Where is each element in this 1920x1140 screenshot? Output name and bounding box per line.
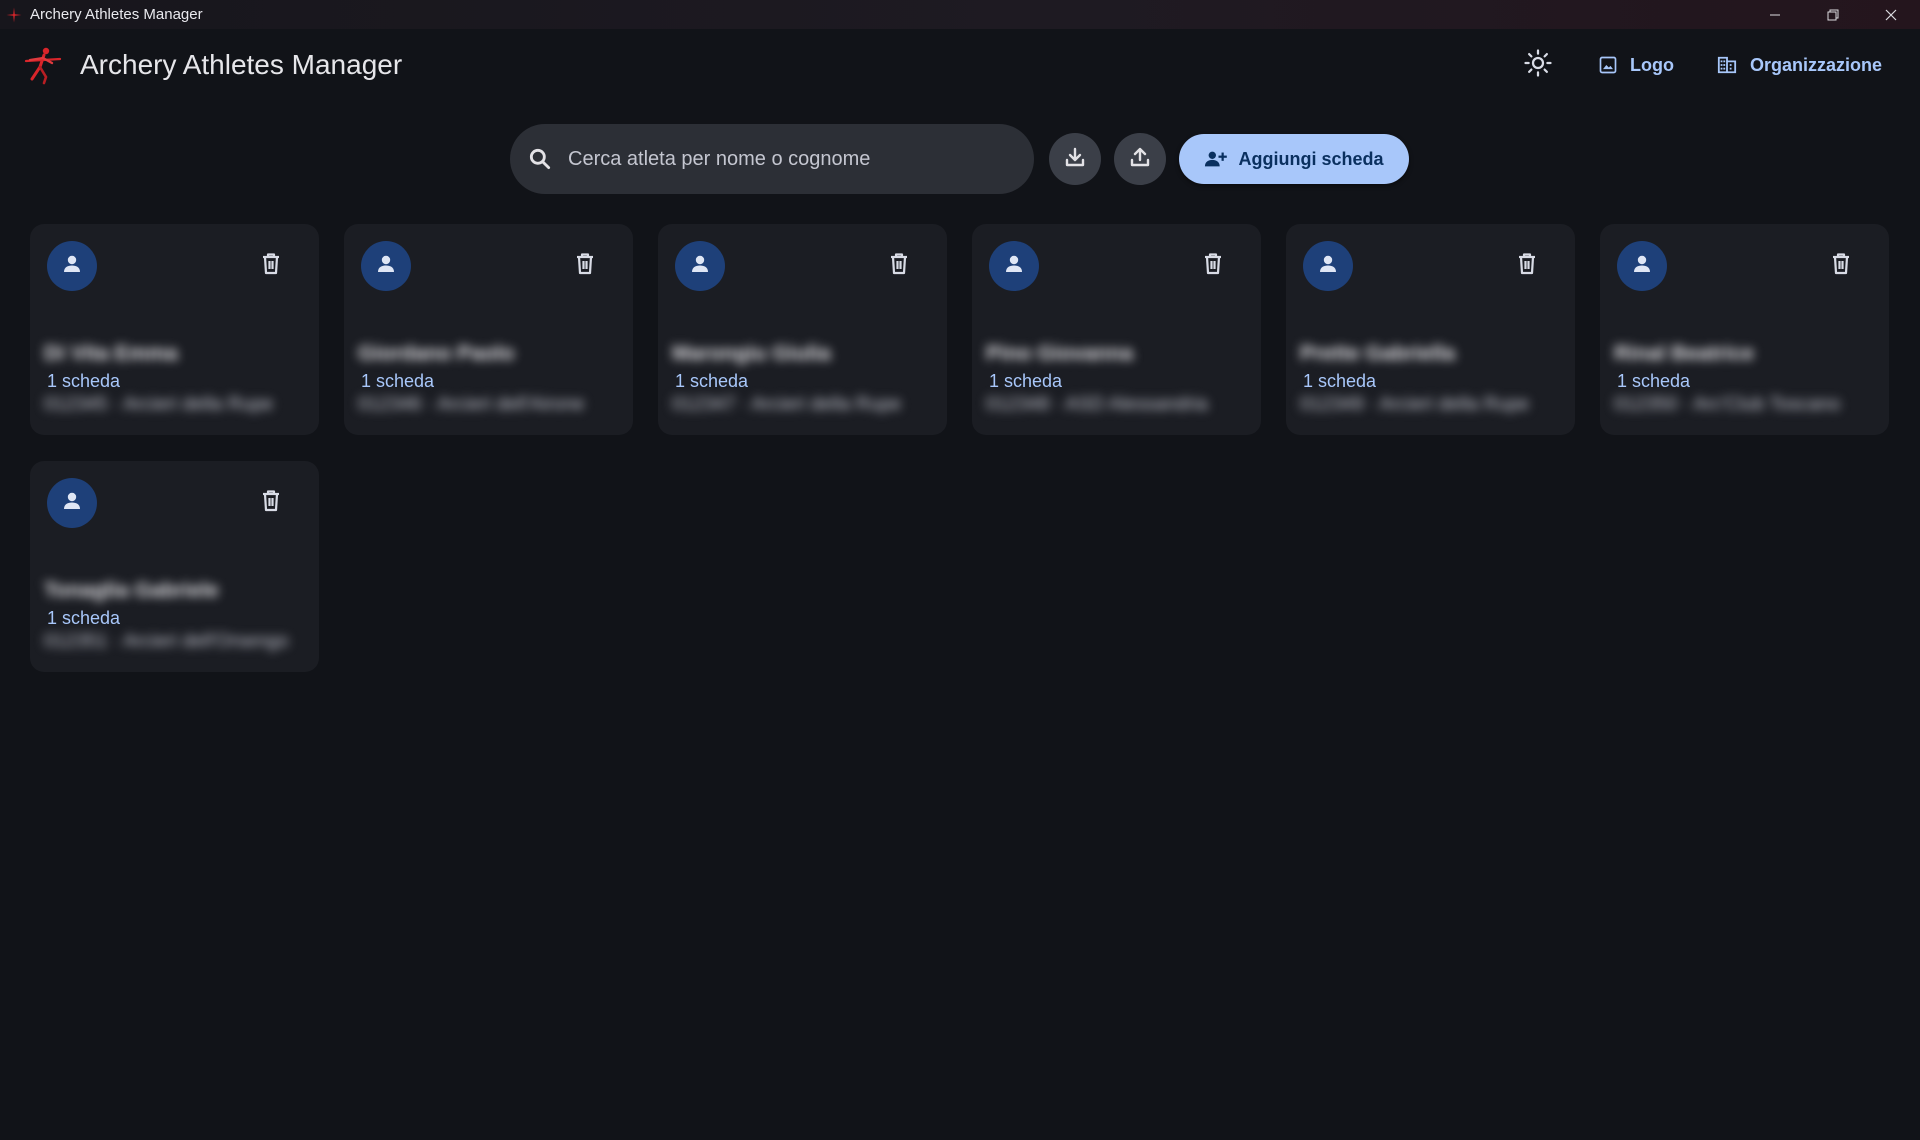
- delete-button[interactable]: [1826, 248, 1856, 284]
- athlete-name: Giordano Paolo: [358, 342, 515, 365]
- person-icon: [1630, 252, 1654, 281]
- person-icon: [374, 252, 398, 281]
- archer-logo-icon: [22, 43, 64, 85]
- search-icon: [524, 143, 556, 175]
- trash-icon: [261, 252, 281, 281]
- athlete-name: Prette Gabriella: [1300, 342, 1456, 365]
- add-sheet-label: Aggiungi scheda: [1238, 148, 1384, 169]
- app-header: Archery Athletes Manager Logo Organizzaz…: [0, 29, 1920, 101]
- athlete-meta: 012346 · Arcieri dell'Airone: [358, 394, 585, 415]
- trash-icon: [575, 252, 595, 281]
- search-bar: [510, 124, 1034, 194]
- athlete-card[interactable]: Prette Gabriella 1 scheda 012349 · Arcie…: [1286, 224, 1575, 435]
- athlete-name: Pino Giovanna: [986, 342, 1134, 365]
- athlete-card[interactable]: Pino Giovanna 1 scheda 012348 · ASD Ales…: [972, 224, 1261, 435]
- search-input[interactable]: [566, 146, 1034, 172]
- athlete-card[interactable]: Marongiu Giulia 1 scheda 012347 · Arcier…: [658, 224, 947, 435]
- athlete-meta: 012345 · Arcieri della Rupe: [44, 394, 274, 415]
- athlete-meta: 012351 · Arcieri dell'Orsengo: [44, 631, 289, 652]
- sheet-count: 1 scheda: [675, 371, 749, 391]
- athlete-meta: 012350 · Arc'Club Toscano: [1614, 394, 1841, 415]
- window-title: Archery Athletes Manager: [30, 6, 203, 23]
- logo-button[interactable]: Logo: [1590, 47, 1682, 83]
- sheet-count: 1 scheda: [1617, 371, 1691, 391]
- athlete-meta: 012349 · Arcieri della Rupe: [1300, 394, 1530, 415]
- trash-icon: [261, 489, 281, 518]
- restore-icon[interactable]: [1804, 0, 1862, 29]
- delete-button[interactable]: [1512, 248, 1542, 284]
- avatar: [989, 241, 1039, 291]
- trash-icon: [889, 252, 909, 281]
- upload-icon: [1128, 145, 1152, 174]
- minimize-icon[interactable]: [1746, 0, 1804, 29]
- delete-button[interactable]: [256, 485, 286, 521]
- header-actions: Logo Organizzazione: [1518, 47, 1890, 83]
- building-icon: [1716, 55, 1738, 75]
- athlete-card[interactable]: Tonaglia Gabriele 1 scheda 012351 · Arci…: [30, 461, 319, 672]
- add-person-icon: [1204, 149, 1228, 169]
- delete-button[interactable]: [884, 248, 914, 284]
- logo-button-label: Logo: [1629, 54, 1674, 75]
- avatar: [1303, 241, 1353, 291]
- athlete-name: Di Vita Emma: [44, 342, 178, 365]
- add-sheet-button[interactable]: Aggiungi scheda: [1179, 134, 1409, 184]
- window-title-bar: Archery Athletes Manager: [0, 0, 1920, 29]
- avatar: [675, 241, 725, 291]
- toolbar: Aggiungi scheda: [510, 124, 1409, 194]
- athlete-meta: 012348 · ASD Alessandria: [986, 394, 1208, 415]
- download-icon: [1063, 145, 1087, 174]
- athlete-name: Tonaglia Gabriele: [44, 579, 219, 602]
- sheet-count: 1 scheda: [361, 371, 435, 391]
- person-icon: [1316, 252, 1340, 281]
- sheet-count: 1 scheda: [1303, 371, 1377, 391]
- sheet-count: 1 scheda: [47, 608, 121, 628]
- athlete-card[interactable]: Di Vita Emma 1 scheda 012345 · Arcieri d…: [30, 224, 319, 435]
- sheet-count: 1 scheda: [47, 371, 121, 391]
- avatar: [361, 241, 411, 291]
- sheet-count: 1 scheda: [989, 371, 1063, 391]
- image-icon: [1598, 55, 1618, 75]
- athlete-card[interactable]: Giordano Paolo 1 scheda 012346 · Arcieri…: [344, 224, 633, 435]
- organization-button[interactable]: Organizzazione: [1708, 47, 1890, 83]
- athlete-meta: 012347 · Arcieri della Rupe: [672, 394, 902, 415]
- avatar: [47, 478, 97, 528]
- athlete-card[interactable]: Rinal Beatrice 1 scheda 012350 · Arc'Clu…: [1600, 224, 1889, 435]
- delete-button[interactable]: [570, 248, 600, 284]
- person-icon: [60, 489, 84, 518]
- delete-button[interactable]: [1198, 248, 1228, 284]
- organization-button-label: Organizzazione: [1749, 54, 1882, 75]
- app-title: Archery Athletes Manager: [80, 49, 403, 80]
- sun-icon: [1523, 48, 1553, 83]
- window-controls: [1746, 0, 1920, 29]
- athlete-name: Marongiu Giulia: [672, 342, 831, 365]
- download-button[interactable]: [1049, 133, 1101, 185]
- person-icon: [60, 252, 84, 281]
- person-icon: [688, 252, 712, 281]
- trash-icon: [1831, 252, 1851, 281]
- close-icon[interactable]: [1862, 0, 1920, 29]
- upload-button[interactable]: [1114, 133, 1166, 185]
- avatar: [47, 241, 97, 291]
- person-icon: [1002, 252, 1026, 281]
- avatar: [1617, 241, 1667, 291]
- theme-toggle-button[interactable]: [1518, 45, 1558, 85]
- delete-button[interactable]: [256, 248, 286, 284]
- trash-icon: [1517, 252, 1537, 281]
- trash-icon: [1203, 252, 1223, 281]
- athlete-name: Rinal Beatrice: [1614, 342, 1755, 365]
- app-logo-small-icon: [4, 5, 24, 25]
